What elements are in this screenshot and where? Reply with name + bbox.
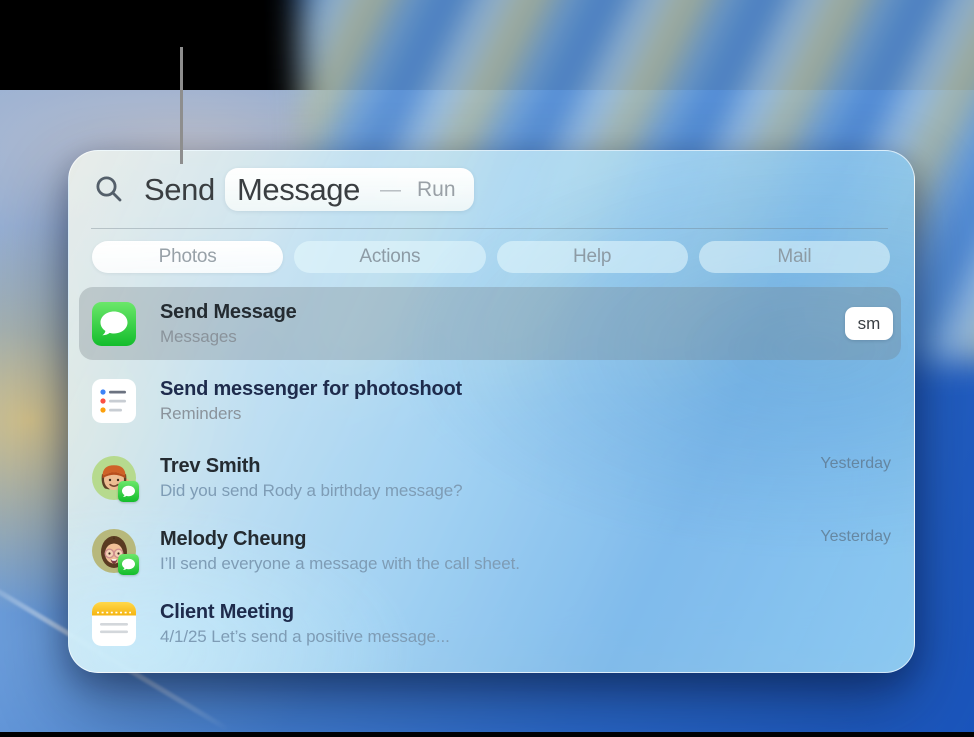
- results-list: Send Message Messages sm: [69, 151, 914, 672]
- result-title: Client Meeting: [160, 599, 450, 625]
- result-row-trev-smith[interactable]: Trev Smith Did you send Rody a birthday …: [79, 441, 901, 514]
- result-subtitle: 4/1/25 Let’s send a positive message...: [160, 625, 450, 648]
- result-title: Send Message: [160, 299, 297, 325]
- result-subtitle: I’ll send everyone a message with the ca…: [160, 552, 520, 575]
- result-title: Melody Cheung: [160, 526, 520, 552]
- shortcut-badge: sm: [845, 307, 893, 340]
- result-subtitle: Reminders: [160, 402, 462, 425]
- result-subtitle: Messages: [160, 325, 297, 348]
- screenshot-stage: Send Message — Run Photos Actions Help M…: [0, 0, 974, 737]
- result-text-block: Trev Smith Did you send Rody a birthday …: [160, 453, 462, 502]
- result-text-block: Send Message Messages: [160, 299, 297, 348]
- messages-app-icon: [92, 302, 136, 346]
- trev-smith-avatar: [92, 456, 136, 500]
- callout-line: [180, 47, 183, 164]
- result-text-block: Client Meeting 4/1/25 Let’s send a posit…: [160, 599, 450, 648]
- result-row-client-meeting[interactable]: Client Meeting 4/1/25 Let’s send a posit…: [79, 587, 901, 660]
- result-timestamp: Yesterday: [820, 528, 891, 546]
- spotlight-window: Send Message — Run Photos Actions Help M…: [68, 150, 915, 673]
- result-text-block: Send messenger for photoshoot Reminders: [160, 376, 462, 425]
- result-row-melody-cheung[interactable]: Melody Cheung I’ll send everyone a messa…: [79, 514, 901, 587]
- result-title: Send messenger for photoshoot: [160, 376, 462, 402]
- result-text-block: Melody Cheung I’ll send everyone a messa…: [160, 526, 520, 575]
- melody-cheung-avatar: [92, 529, 136, 573]
- reminders-app-icon: [92, 379, 136, 423]
- messages-badge-icon: [118, 481, 139, 502]
- messages-badge-icon: [118, 554, 139, 575]
- result-timestamp: Yesterday: [820, 455, 891, 473]
- result-row-send-message[interactable]: Send Message Messages sm: [79, 287, 901, 360]
- result-row-send-messenger[interactable]: Send messenger for photoshoot Reminders: [79, 364, 901, 437]
- result-title: Trev Smith: [160, 453, 462, 479]
- result-subtitle: Did you send Rody a birthday message?: [160, 479, 462, 502]
- notes-app-icon: [92, 602, 136, 646]
